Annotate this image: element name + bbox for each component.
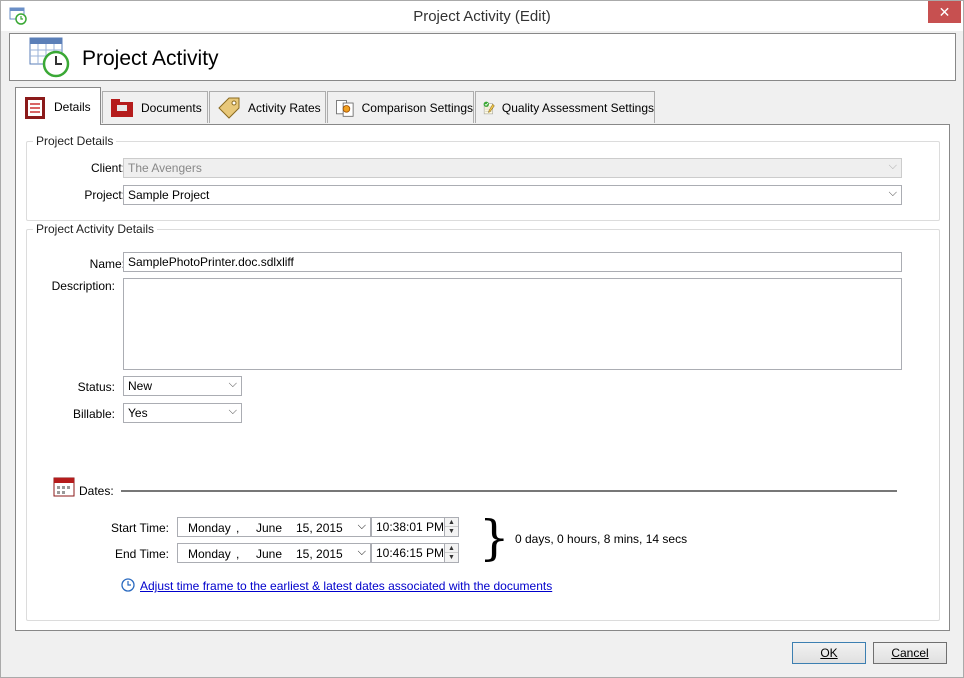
adjust-time-frame-link[interactable]: Adjust time frame to the earliest & late…: [140, 579, 552, 593]
client-value: The Avengers: [128, 161, 202, 175]
description-label: Description:: [51, 279, 115, 293]
brace-icon: }: [479, 510, 510, 566]
tab-comparison-settings[interactable]: Comparison Settings: [327, 91, 474, 123]
time-spinner[interactable]: ▲ ▼: [444, 544, 458, 562]
chevron-down-icon: ⌵: [888, 160, 897, 172]
red-folder-icon: [111, 98, 133, 117]
calendar-icon: [53, 477, 75, 497]
project-value: Sample Project: [128, 188, 210, 202]
end-time-label: End Time:: [114, 547, 169, 561]
tab-label: Comparison Settings: [361, 100, 473, 115]
tab-activity-rates[interactable]: Activity Rates: [209, 91, 326, 123]
client-label: Client:: [90, 161, 125, 175]
window-title: Project Activity (Edit): [413, 8, 551, 25]
tab-label: Documents: [141, 100, 202, 115]
date-separator: ,: [236, 547, 240, 561]
start-month: June: [256, 521, 283, 535]
chevron-down-icon: ⌵: [888, 187, 897, 199]
description-textarea[interactable]: [123, 278, 902, 370]
clock-icon: [121, 578, 135, 592]
title-bar[interactable]: Project Activity (Edit) ✕: [1, 1, 963, 31]
project-details-group: Project Details Client: The Avengers ⌵ P…: [26, 134, 940, 221]
clipboard-checklist-icon: [25, 96, 45, 119]
project-activity-details-group: Project Activity Details Name: SamplePho…: [26, 222, 940, 621]
group-legend: Project Details: [33, 134, 117, 148]
end-date: 15, 2015: [296, 547, 343, 561]
compare-icon: [336, 99, 354, 117]
notepad-check-icon: [483, 101, 495, 114]
duration-text: 0 days, 0 hours, 8 mins, 14 secs: [515, 532, 688, 546]
billable-select[interactable]: Yes ⌵: [123, 403, 242, 423]
status-value: New: [128, 379, 153, 393]
tab-details[interactable]: Details: [15, 87, 101, 125]
chevron-down-icon: ⌵: [228, 405, 237, 417]
dialog-window: Project Activity (Edit) ✕ Project Activi…: [0, 0, 964, 678]
close-button[interactable]: ✕: [928, 1, 961, 23]
chevron-down-icon: ⌵: [228, 378, 237, 390]
end-day: Monday: [188, 547, 231, 561]
cancel-button[interactable]: Cancel: [873, 642, 947, 664]
chevron-down-icon[interactable]: ⌵: [358, 546, 366, 559]
tab-label: Activity Rates: [248, 100, 321, 115]
client-select[interactable]: The Avengers ⌵: [123, 158, 902, 178]
details-tab-page: Project Details Client: The Avengers ⌵ P…: [15, 124, 950, 631]
project-label: Project:: [84, 188, 125, 202]
spin-down-icon[interactable]: ▼: [445, 527, 458, 536]
header-title: Project Activity: [82, 47, 219, 70]
start-time-label: Start Time:: [110, 521, 169, 535]
tab-label: Details: [54, 99, 91, 114]
billable-label: Billable:: [72, 407, 115, 421]
status-select[interactable]: New ⌵: [123, 376, 242, 396]
header-banner: Project Activity: [9, 33, 956, 81]
name-value: SamplePhotoPrinter.doc.sdlxliff: [128, 255, 294, 269]
tab-quality-assessment-settings[interactable]: Quality Assessment Settings: [475, 91, 655, 123]
name-label: Name:: [89, 257, 125, 271]
start-date: 15, 2015: [296, 521, 343, 535]
end-date-picker[interactable]: Monday , June 15, 2015 ⌵: [177, 543, 371, 563]
calendar-clock-icon: [29, 37, 70, 78]
start-time-spinner[interactable]: 10:38:01 PM ▲ ▼: [371, 517, 459, 537]
spin-up-icon[interactable]: ▲: [445, 518, 458, 527]
dates-divider: [121, 490, 897, 492]
time-spinner[interactable]: ▲ ▼: [444, 518, 458, 536]
spin-up-icon[interactable]: ▲: [445, 544, 458, 553]
end-month: June: [256, 547, 283, 561]
start-time-value: 10:38:01 PM: [376, 520, 445, 534]
billable-value: Yes: [128, 406, 148, 420]
end-time-value: 10:46:15 PM: [376, 546, 445, 560]
start-day: Monday: [188, 521, 231, 535]
end-time-spinner[interactable]: 10:46:15 PM ▲ ▼: [371, 543, 459, 563]
ok-button[interactable]: OK: [792, 642, 866, 664]
tab-label: Quality Assessment Settings: [501, 100, 654, 115]
dates-label: Dates:: [79, 484, 114, 498]
group-legend: Project Activity Details: [33, 222, 158, 236]
tab-documents[interactable]: Documents: [102, 91, 208, 123]
chevron-down-icon[interactable]: ⌵: [358, 520, 366, 533]
spin-down-icon[interactable]: ▼: [445, 553, 458, 562]
name-input[interactable]: SamplePhotoPrinter.doc.sdlxliff: [123, 252, 902, 272]
date-separator: ,: [236, 521, 240, 535]
status-label: Status:: [77, 380, 115, 394]
project-select[interactable]: Sample Project ⌵: [123, 185, 902, 205]
price-tag-icon: [218, 97, 240, 119]
start-date-picker[interactable]: Monday , June 15, 2015 ⌵: [177, 517, 371, 537]
